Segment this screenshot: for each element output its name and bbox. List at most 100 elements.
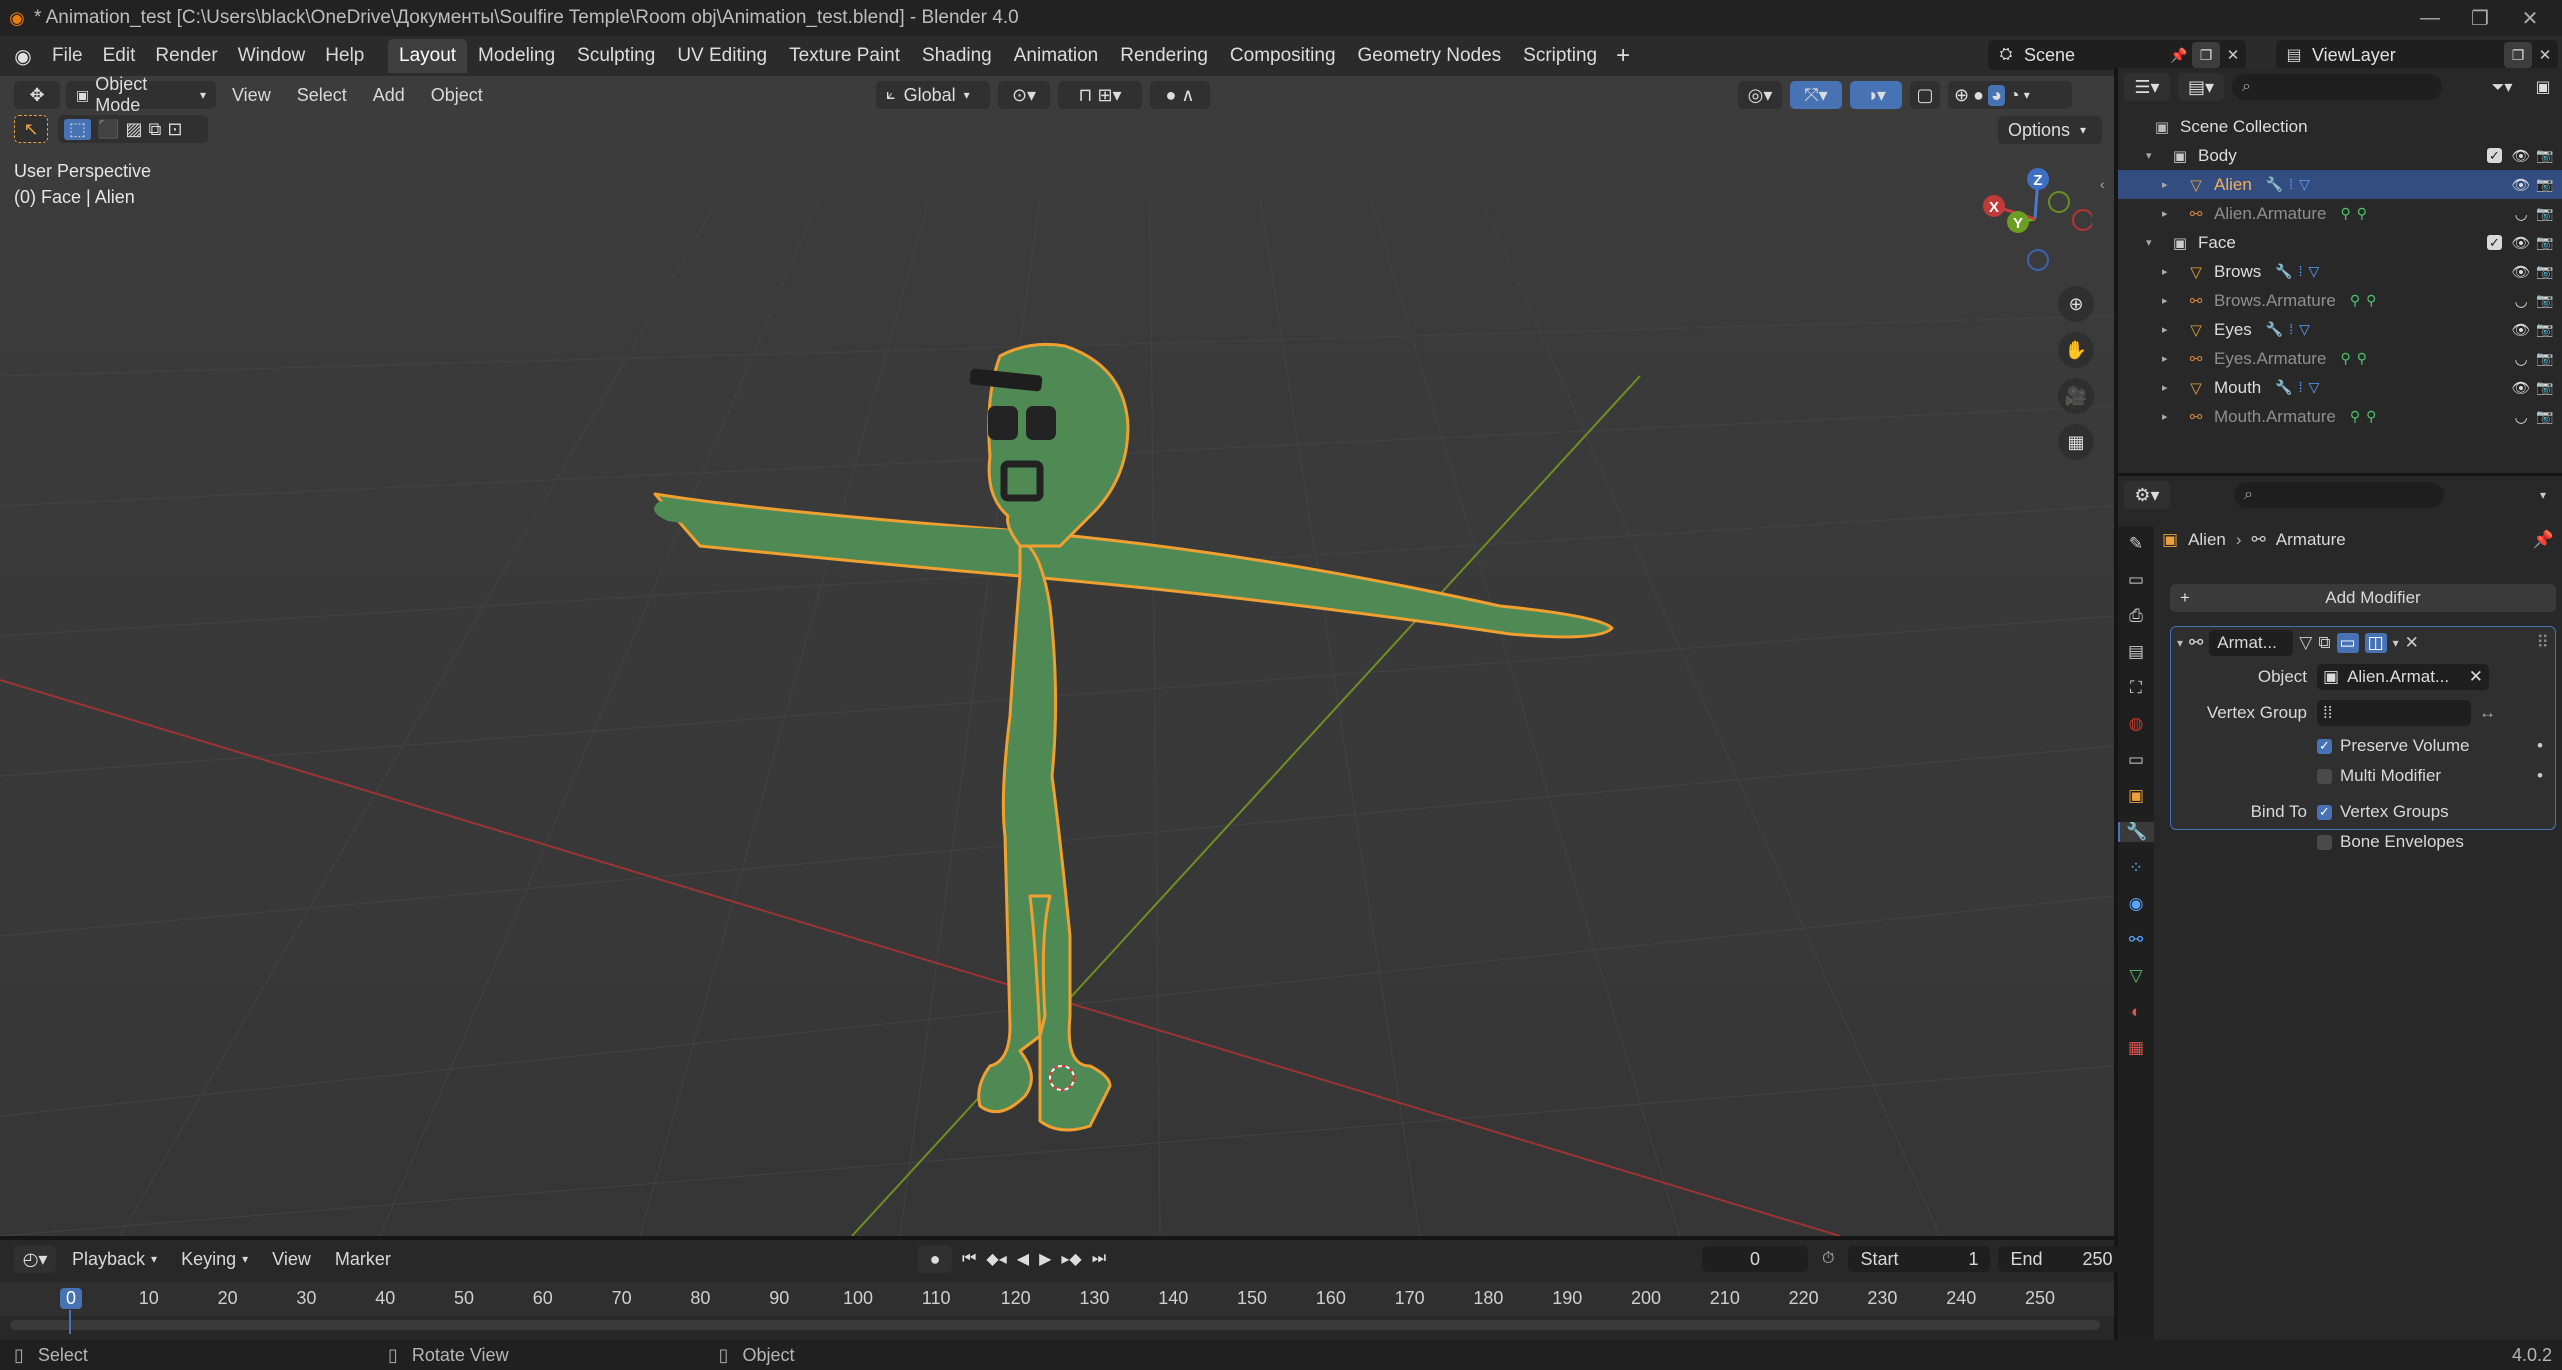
cage-icon[interactable]: ⧉ [2318, 633, 2330, 653]
drag-handle-icon[interactable]: ⠿ [2537, 633, 2549, 653]
eye-icon[interactable]: 👁 [2510, 147, 2532, 165]
collection-tab-icon[interactable]: ▭ [2128, 750, 2144, 770]
menu-window[interactable]: Window [228, 41, 316, 71]
expand-right-icon[interactable]: ▸ [2162, 294, 2176, 307]
eye-icon[interactable]: 👁 [2510, 321, 2532, 339]
3d-viewport[interactable]: ✥ ▣ Object Mode ▾ View Select Add Object… [0, 76, 2114, 1236]
modifier-name-field[interactable]: Armat... [2209, 630, 2294, 656]
outliner-search[interactable]: ⌕ [2232, 74, 2442, 100]
world-tab-icon[interactable]: ◍ [2129, 714, 2144, 734]
preserve-volume-row[interactable]: ✓ Preserve Volume • [2171, 731, 2555, 761]
render-camera-icon[interactable]: 📷 [2532, 234, 2558, 251]
proportional-editing-icon[interactable]: ● ∧ [1150, 81, 1210, 109]
bind-to-row[interactable]: Bind To ✓ Vertex Groups [2171, 797, 2555, 827]
new-view-layer-icon[interactable]: ❐ [2504, 42, 2532, 68]
object-tab-icon[interactable]: ▣ [2128, 786, 2144, 806]
outliner-row-mouth[interactable]: ▸ ▽ Mouth 🔧⁞▽ 👁 📷 [2118, 373, 2562, 402]
render-tab-icon[interactable]: ▭ [2128, 570, 2144, 590]
gizmo-toggle-icon[interactable]: ⤧▾ [1790, 81, 1842, 109]
intersect-selection-icon[interactable]: ⊡ [167, 119, 182, 140]
expand-right-icon[interactable]: ▸ [2162, 381, 2176, 394]
subtract-selection-icon[interactable]: ▨ [125, 119, 142, 140]
exclude-checkbox[interactable]: ✓ [2487, 148, 2502, 163]
tab-rendering[interactable]: Rendering [1109, 39, 1219, 73]
new-scene-icon[interactable]: ❐ [2192, 42, 2220, 68]
armature-pose-icons[interactable]: ⚲⚲ [2350, 292, 2383, 309]
new-selection-icon[interactable]: ⬚ [64, 118, 92, 140]
render-camera-icon[interactable]: 📷 [2532, 408, 2558, 425]
hidden-eye-icon[interactable]: ◡ [2510, 408, 2532, 426]
expand-down-icon[interactable]: ▾ [2146, 149, 2160, 162]
blender-menu-icon[interactable]: ◉ [10, 43, 36, 69]
timeline-editor-icon[interactable]: ◴▾ [14, 1245, 56, 1273]
object-field[interactable]: ▣ Alien.Armat... ✕ [2317, 664, 2489, 690]
menu-keying[interactable]: Keying ▾ [173, 1249, 256, 1270]
tab-shading[interactable]: Shading [911, 39, 1003, 73]
filter-icon[interactable]: ⏷▾ [2482, 77, 2522, 97]
render-camera-icon[interactable]: 📷 [2532, 350, 2558, 367]
render-camera-icon[interactable]: 📷 [2532, 321, 2558, 338]
end-frame-field[interactable]: End 250 [1998, 1246, 2125, 1272]
playhead-line[interactable] [69, 1310, 71, 1334]
render-camera-icon[interactable]: 📷 [2532, 176, 2558, 193]
output-tab-icon[interactable]: ⎙ [2129, 606, 2143, 626]
overlay-toggle-icon[interactable]: ◑▾ [1850, 81, 1902, 109]
delete-view-layer-icon[interactable]: ✕ [2532, 46, 2558, 64]
tab-uv-editing[interactable]: UV Editing [666, 39, 778, 73]
rendered-shading-icon[interactable]: ◔ [2009, 85, 2020, 106]
keyframe-dot-icon[interactable]: • [2537, 736, 2543, 756]
timeline-scrollbar[interactable] [10, 1320, 2100, 1330]
multi-modifier-row[interactable]: Multi Modifier • [2171, 761, 2555, 791]
tab-modeling[interactable]: Modeling [467, 39, 566, 73]
remove-modifier-icon[interactable]: ✕ [2405, 633, 2419, 653]
menu-marker[interactable]: Marker [327, 1249, 399, 1270]
outliner-row-alien[interactable]: ▸ ▽ Alien 🔧⁞▽ 👁 📷 [2118, 170, 2562, 199]
eye-icon[interactable]: 👁 [2510, 379, 2532, 397]
keyframe-dot-icon[interactable]: • [2537, 766, 2543, 786]
realtime-icon[interactable]: ▭ [2336, 633, 2359, 653]
eye-icon[interactable]: 👁 [2510, 234, 2532, 252]
outliner-row-body[interactable]: ▾ ▣ Body ✓ 👁 📷 [2118, 141, 2562, 170]
start-frame-field[interactable]: Start 1 [1848, 1246, 1991, 1272]
material-shading-icon[interactable]: ◕ [1987, 84, 2005, 106]
chevron-down-icon[interactable]: ▾ [2530, 488, 2556, 502]
menu-render[interactable]: Render [145, 41, 227, 71]
tab-texture-paint[interactable]: Texture Paint [778, 39, 911, 73]
vertex-group-field[interactable]: ⁞⁞ [2317, 700, 2471, 726]
select-tool-icon[interactable]: ↖ [14, 115, 48, 143]
menu-file[interactable]: File [42, 41, 93, 71]
edit-mode-icon[interactable]: ▽ [2299, 633, 2312, 653]
tab-geometry-nodes[interactable]: Geometry Nodes [1347, 39, 1513, 73]
render-camera-icon[interactable]: 📷 [2532, 205, 2558, 222]
options-dropdown[interactable]: Options ▾ [1998, 116, 2102, 144]
mesh-data-icons[interactable]: 🔧⁞▽ [2275, 263, 2325, 280]
camera-view-icon[interactable]: 🎥 [2058, 378, 2094, 414]
tab-animation[interactable]: Animation [1003, 39, 1110, 73]
outliner-row-brows[interactable]: ▸ ▽ Brows 🔧⁞▽ 👁 📷 [2118, 257, 2562, 286]
add-modifier-button[interactable]: + Add Modifier [2170, 584, 2556, 612]
physics-tab-icon[interactable]: ◉ [2129, 894, 2144, 914]
editor-type-3d-icon[interactable]: ✥ [14, 81, 60, 109]
texture-tab-icon[interactable]: ▦ [2128, 1038, 2144, 1058]
menu-add[interactable]: Add [363, 85, 415, 106]
chevron-down-icon[interactable]: ▾ [2177, 636, 2183, 650]
tab-scripting[interactable]: Scripting [1512, 39, 1608, 73]
material-tab-icon[interactable]: ◐ [2131, 1002, 2141, 1022]
play-reverse-icon[interactable]: ◀ [1017, 1249, 1029, 1269]
collapse-sidebar-icon[interactable]: ‹ [2100, 176, 2105, 192]
record-icon[interactable]: ● [918, 1245, 952, 1273]
scene-collection-row[interactable]: ▣ Scene Collection [2118, 112, 2562, 141]
outliner-editor-icon[interactable]: ☰▾ [2124, 73, 2170, 101]
perspective-toggle-icon[interactable]: ▦ [2058, 424, 2094, 460]
tab-compositing[interactable]: Compositing [1219, 39, 1347, 73]
particles-tab-icon[interactable]: ⁘ [2129, 858, 2143, 878]
mesh-data-icons[interactable]: 🔧⁞▽ [2266, 176, 2316, 193]
invert-selection-icon[interactable]: ⧉ [148, 119, 161, 140]
snapping-icon[interactable]: ⊓ ⊞▾ [1058, 81, 1142, 109]
render-camera-icon[interactable]: 📷 [2532, 147, 2558, 164]
solid-shading-icon[interactable]: ● [1973, 85, 1984, 106]
play-icon[interactable]: ▶ [1039, 1249, 1051, 1269]
hidden-eye-icon[interactable]: ◡ [2510, 350, 2532, 368]
invert-arrows-icon[interactable]: ↔ [2479, 703, 2496, 723]
expand-right-icon[interactable]: ▸ [2162, 207, 2176, 220]
